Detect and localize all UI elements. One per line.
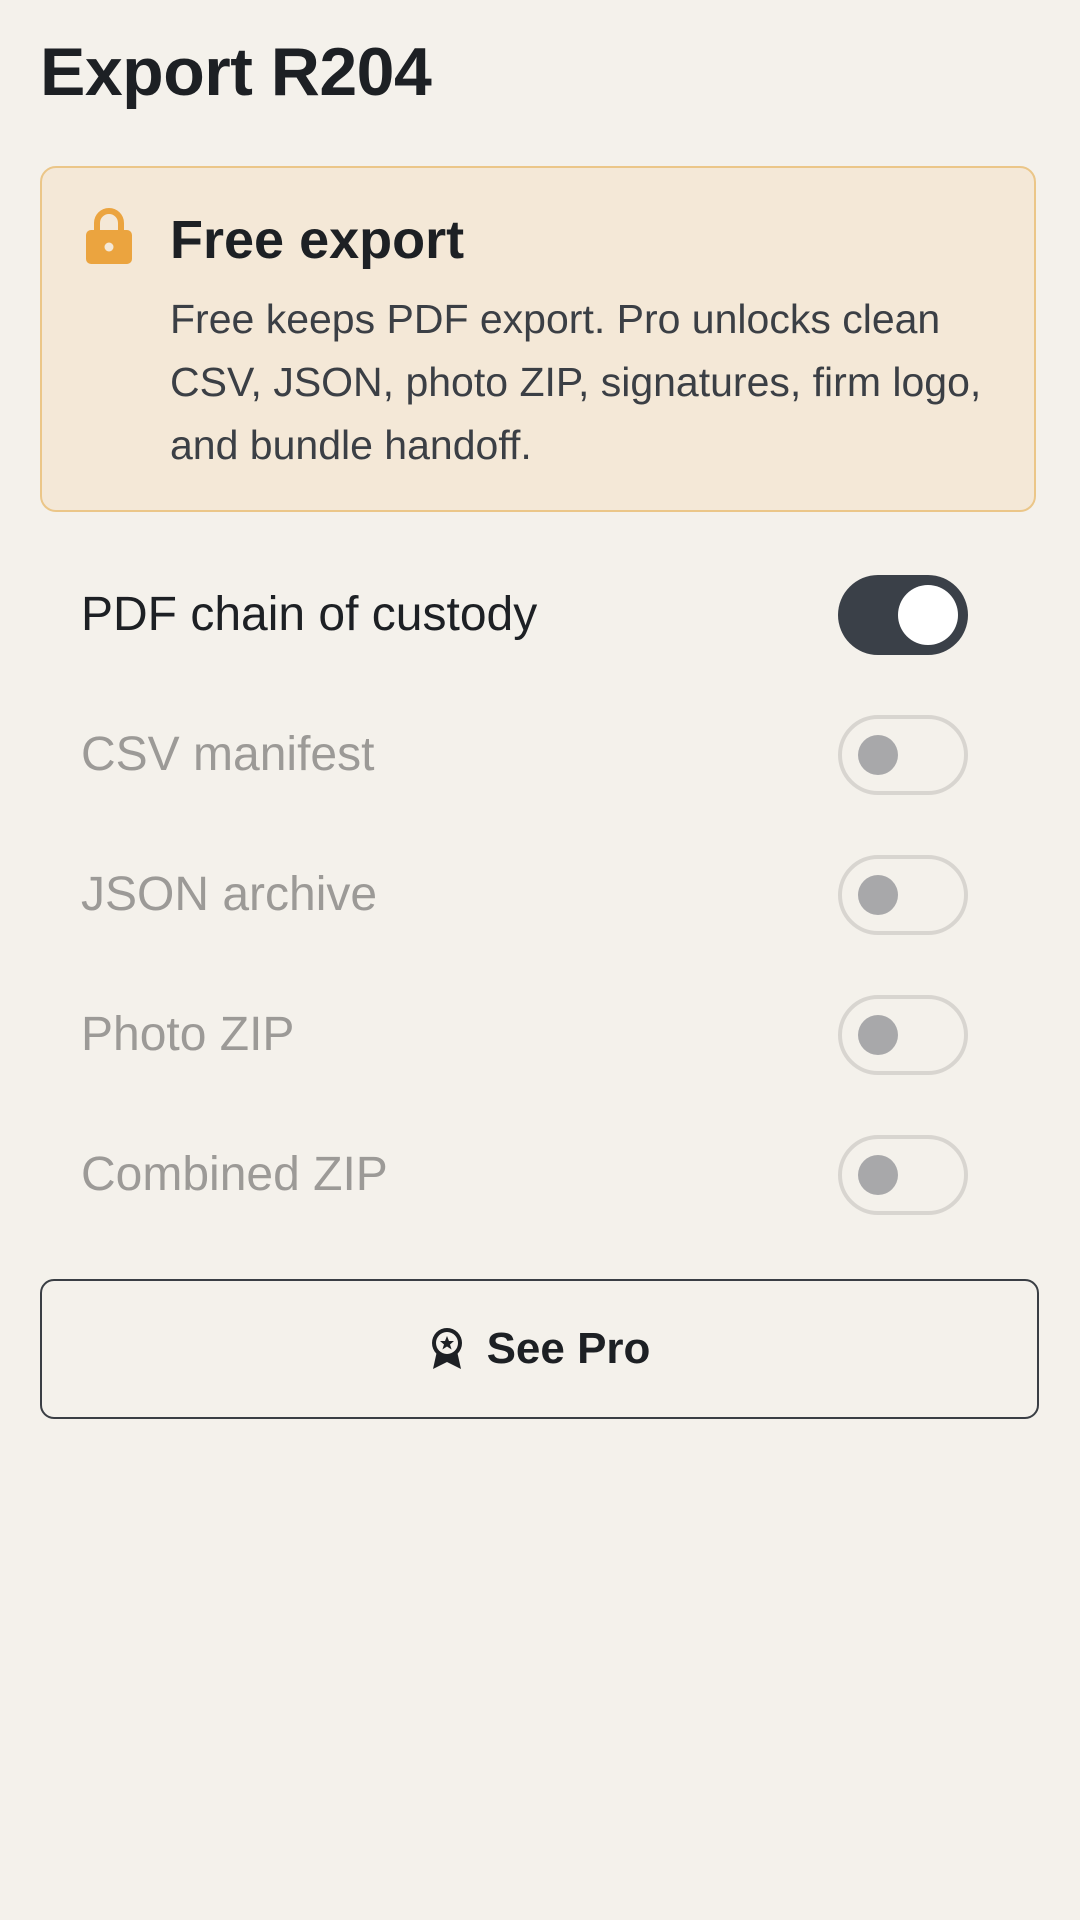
- toggle-label: PDF chain of custody: [81, 588, 538, 641]
- toggle-row-photo-zip: Photo ZIP: [0, 965, 1080, 1105]
- photo-zip-switch: [838, 995, 968, 1075]
- toggle-label: CSV manifest: [81, 728, 375, 781]
- switch-knob: [898, 585, 958, 645]
- free-export-notice: Free export Free keeps PDF export. Pro u…: [40, 166, 1036, 512]
- see-pro-button[interactable]: See Pro: [40, 1279, 1039, 1419]
- pdf-chain-of-custody-switch[interactable]: [838, 575, 968, 655]
- see-pro-label: See Pro: [486, 1324, 651, 1373]
- switch-knob: [858, 735, 898, 775]
- toggle-row-combined-zip: Combined ZIP: [0, 1105, 1080, 1245]
- switch-knob: [858, 1015, 898, 1055]
- toggle-row-json-archive: JSON archive: [0, 825, 1080, 965]
- toggle-label: Combined ZIP: [81, 1148, 388, 1201]
- csv-manifest-switch: [838, 715, 968, 795]
- toggle-label: JSON archive: [81, 868, 378, 921]
- switch-knob: [858, 1155, 898, 1195]
- switch-knob: [858, 875, 898, 915]
- notice-title: Free export: [170, 210, 465, 270]
- combined-zip-switch: [838, 1135, 968, 1215]
- page-title: Export R204: [40, 34, 432, 110]
- export-options-list: PDF chain of custody CSV manifest JSON a…: [0, 545, 1080, 1245]
- lock-icon: [86, 208, 132, 264]
- toggle-row-pdf-chain-of-custody[interactable]: PDF chain of custody: [0, 545, 1080, 685]
- toggle-label: Photo ZIP: [81, 1008, 295, 1061]
- notice-body: Free keeps PDF export. Pro unlocks clean…: [170, 296, 982, 468]
- award-icon: [431, 1328, 462, 1369]
- toggle-row-csv-manifest: CSV manifest: [0, 685, 1080, 825]
- json-archive-switch: [838, 855, 968, 935]
